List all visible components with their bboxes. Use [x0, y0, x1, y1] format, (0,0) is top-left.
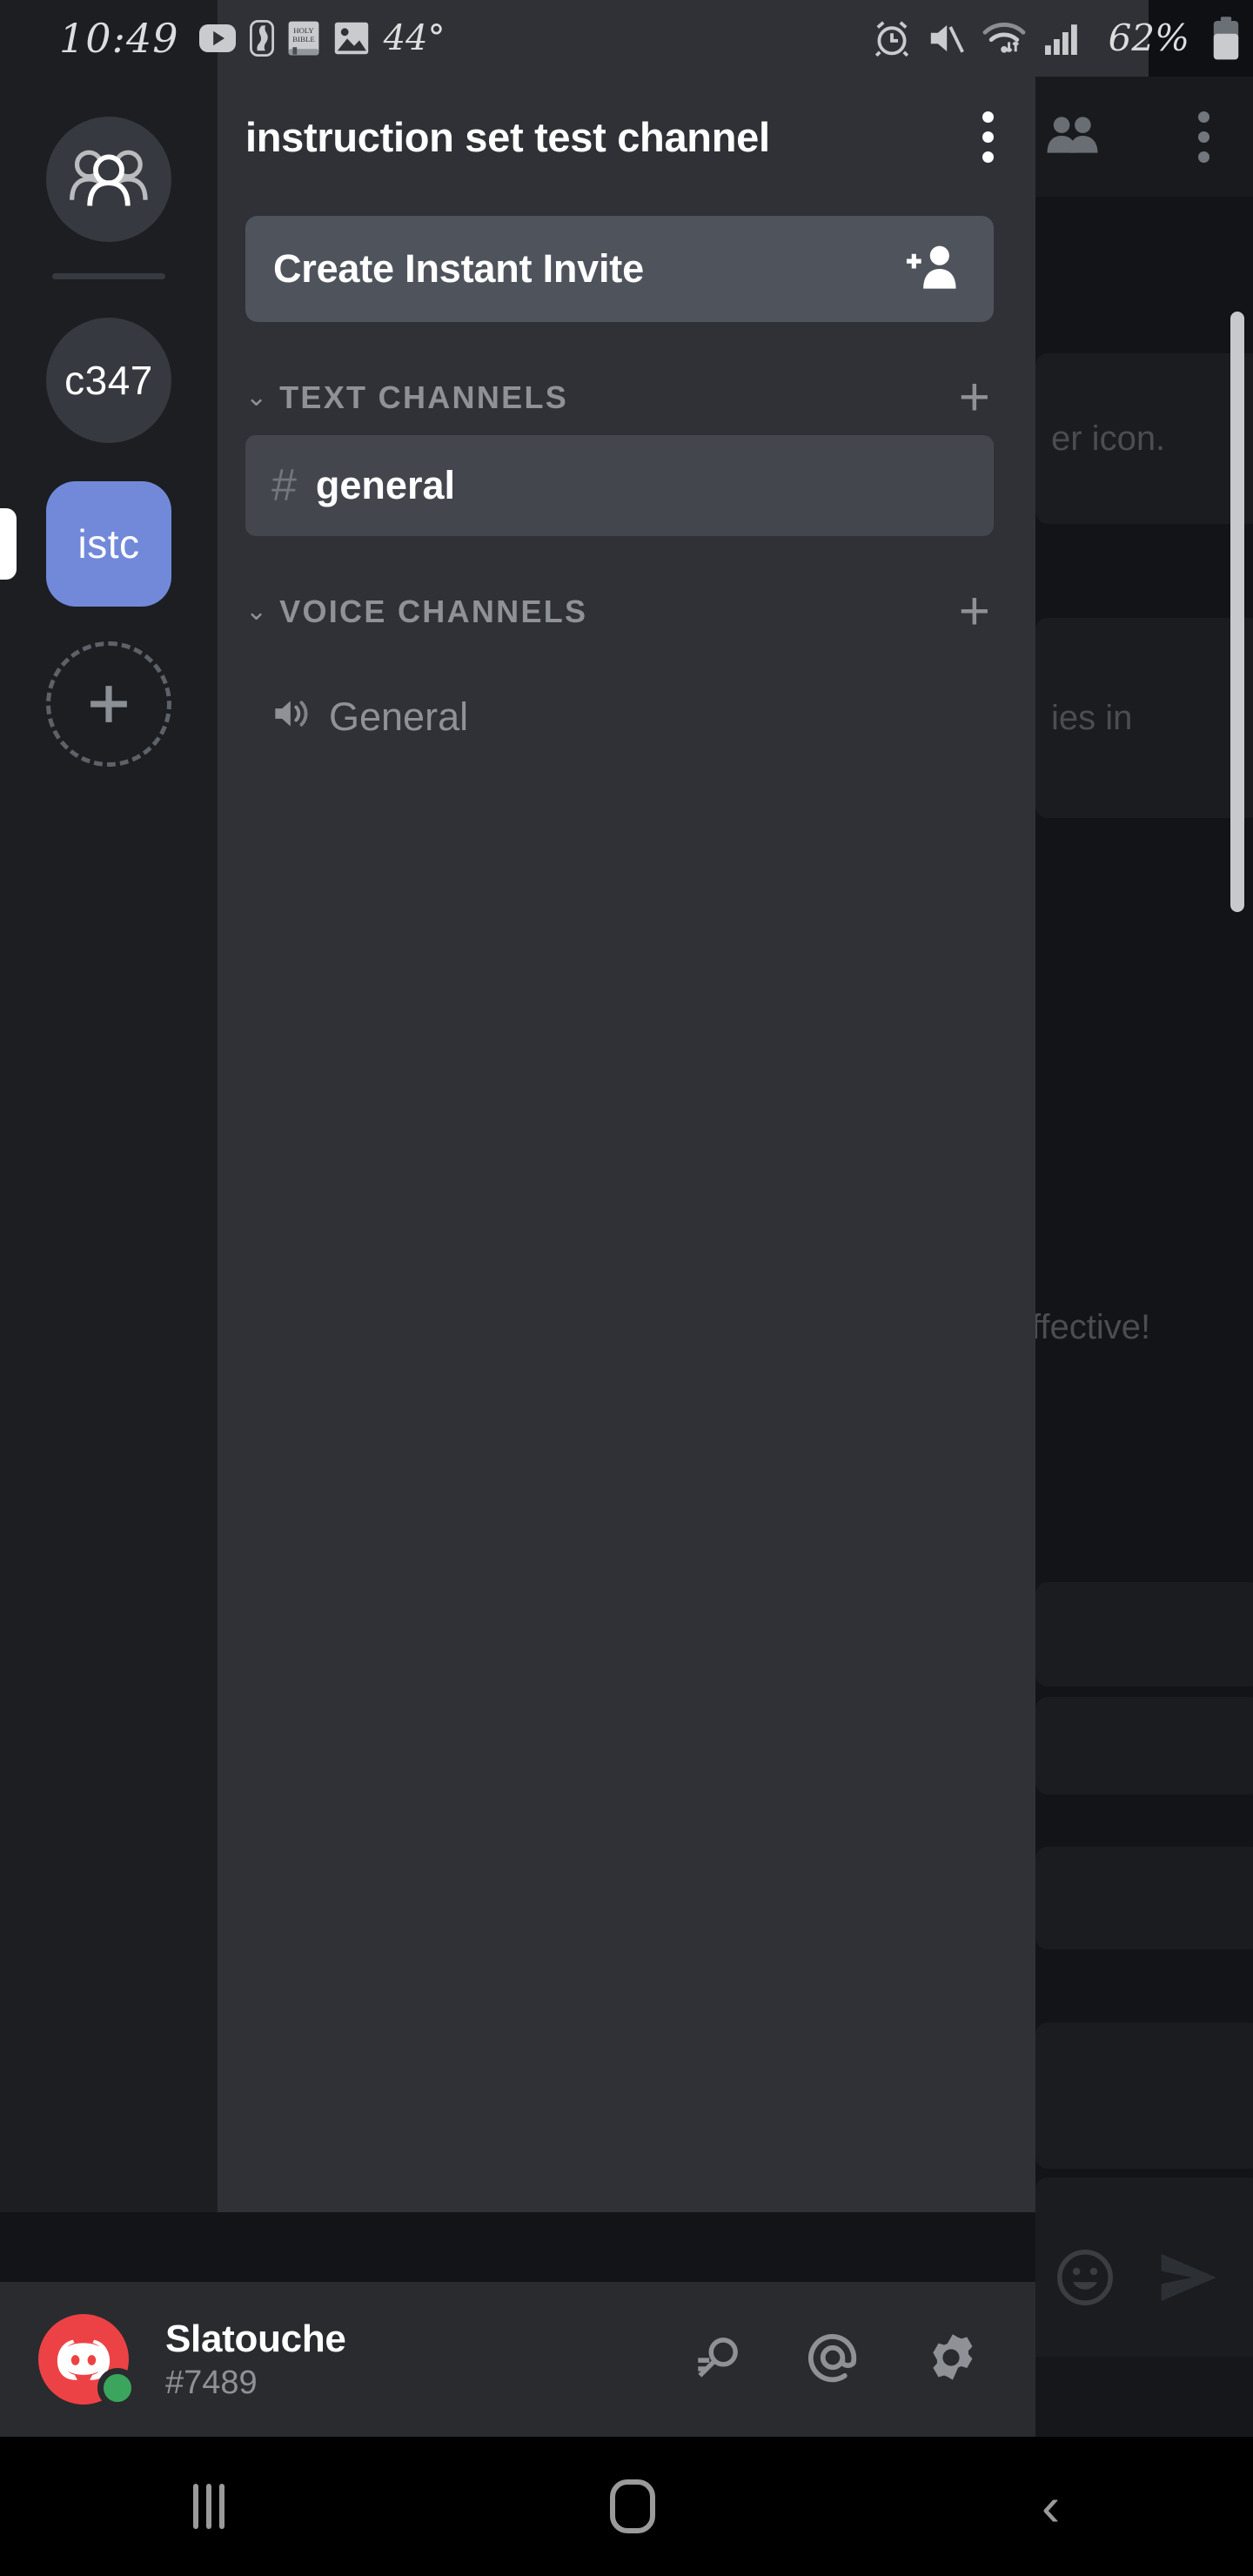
background-channel-header: [1035, 77, 1253, 197]
background-message-bubble: ies in: [1035, 618, 1253, 818]
server-label: c347: [64, 358, 153, 403]
notification-icons: HOLY BIBLE: [198, 20, 370, 57]
background-message-bubble: [1035, 1582, 1253, 1687]
status-badge-online: [97, 2368, 137, 2408]
battery-percentage: 62%: [1108, 17, 1189, 59]
category-header-text-channels[interactable]: ⌄ TEXT CHANNELS +: [245, 371, 994, 425]
background-message-bubble: [1035, 2023, 1253, 2169]
drawer-header: instruction set test channel: [218, 77, 1035, 197]
back-button[interactable]: ‹: [1042, 2479, 1060, 2534]
background-message-composer: [1035, 2202, 1253, 2357]
sidebar-item-server-istc[interactable]: istc: [0, 481, 171, 607]
overflow-menu-icon[interactable]: [963, 99, 1013, 175]
voice-channel-name: General: [329, 694, 469, 739]
status-bar-clock: 10:49: [59, 15, 179, 62]
alarm-icon: [872, 18, 912, 58]
chevron-down-icon: ⌄: [245, 383, 268, 412]
hash-icon: #: [271, 460, 297, 511]
rail-divider: [52, 273, 165, 279]
category-label: TEXT CHANNELS: [279, 379, 569, 415]
holy-bible-icon: HOLY BIBLE: [287, 20, 320, 57]
background-message-text: er icon.: [1051, 419, 1166, 458]
background-message-text: ffective!: [1031, 1308, 1151, 1346]
page-title: instruction set test channel: [245, 113, 770, 160]
gallery-icon: [333, 21, 370, 56]
category-header-voice-channels[interactable]: ⌄ VOICE CHANNELS +: [245, 585, 994, 639]
user-discriminator: #7489: [165, 2364, 258, 2401]
user-identity: Slatouche #7489: [165, 2318, 346, 2402]
user-bar-actions: [691, 2327, 994, 2392]
home-button[interactable]: [610, 2479, 656, 2533]
create-instant-invite-label: Create Instant Invite: [273, 246, 644, 291]
background-message-bubble: [1035, 1847, 1253, 1949]
sidebar-item-server-c347[interactable]: c347: [46, 318, 171, 443]
add-server-button[interactable]: [46, 641, 171, 767]
recents-button[interactable]: [192, 2484, 224, 2529]
cellular-signal-icon: [1043, 20, 1082, 57]
voice-channel-item-general[interactable]: General: [245, 667, 994, 768]
chat-scrollbar[interactable]: [1230, 312, 1244, 912]
channel-drawer: instruction set test channel Create Inst…: [218, 77, 1035, 2212]
background-message-text: ies in: [1051, 698, 1133, 737]
category-label: VOICE CHANNELS: [279, 594, 588, 629]
svg-text:HOLY: HOLY: [293, 26, 314, 35]
status-bar: 10:49 HOLY BIBLE 44° 62%: [0, 0, 1253, 77]
add-voice-channel-icon[interactable]: +: [959, 585, 994, 639]
android-navigation-bar: ‹: [0, 2437, 1253, 2576]
settings-gear-icon[interactable]: [921, 2327, 982, 2392]
person-add-icon: [903, 243, 959, 296]
plus-icon: [90, 686, 127, 722]
friends-group-icon: [69, 144, 149, 215]
sidebar-item-direct-messages[interactable]: [46, 117, 171, 242]
chevron-down-icon: ⌄: [245, 597, 268, 626]
wifi-icon: [982, 19, 1029, 57]
mentions-icon[interactable]: [804, 2329, 861, 2391]
youtube-icon: [198, 23, 237, 53]
volume-mute-icon: [927, 20, 967, 57]
nba-icon: [249, 20, 274, 57]
server-label: istc: [77, 521, 140, 567]
avatar[interactable]: [38, 2314, 137, 2408]
send-icon[interactable]: [1157, 2251, 1222, 2309]
background-message-bubble: [1035, 1697, 1253, 1794]
overflow-menu-icon[interactable]: [1179, 99, 1229, 175]
phone-screen: er icon. ies in ffective! c347 istc inst…: [0, 0, 1253, 2576]
username: Slatouche: [165, 2317, 346, 2360]
active-server-indicator: [0, 508, 17, 580]
svg-text:BIBLE: BIBLE: [292, 35, 314, 44]
members-icon[interactable]: [1046, 114, 1100, 160]
channel-name: general: [315, 463, 455, 507]
channel-item-general[interactable]: # general: [245, 435, 994, 536]
weather-temperature: 44°: [383, 18, 446, 58]
speaker-icon: [271, 694, 313, 740]
search-icon[interactable]: [691, 2331, 745, 2389]
battery-icon: [1211, 16, 1241, 61]
user-bar: Slatouche #7489: [0, 2282, 1035, 2437]
background-message-bubble: er icon.: [1035, 353, 1253, 524]
emoji-icon[interactable]: [1055, 2247, 1116, 2312]
add-text-channel-icon[interactable]: +: [959, 371, 994, 425]
create-instant-invite-button[interactable]: Create Instant Invite: [245, 216, 994, 322]
system-status-icons: 62%: [872, 16, 1241, 61]
server-rail: c347 istc: [0, 77, 218, 2212]
